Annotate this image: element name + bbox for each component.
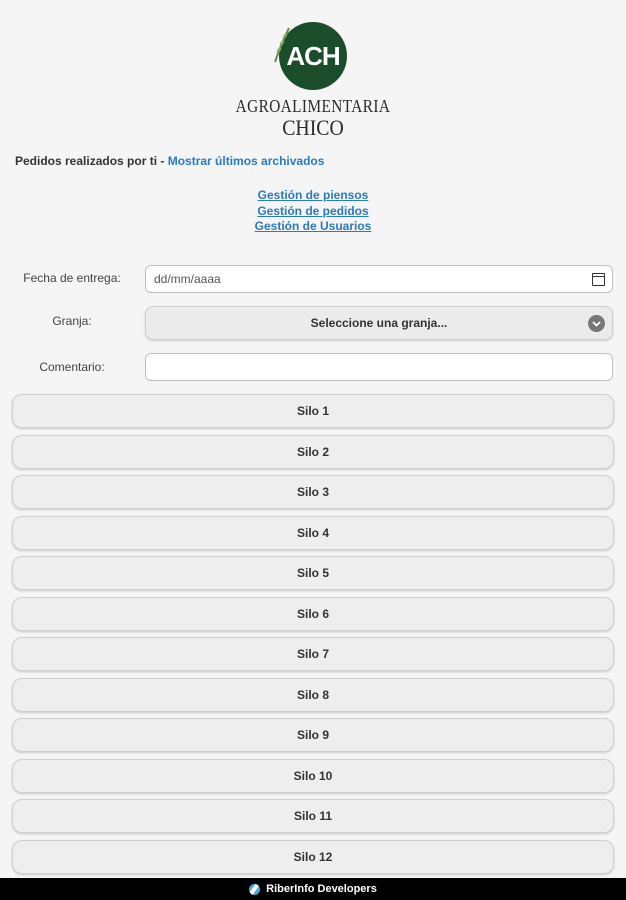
calendar-icon[interactable] xyxy=(592,273,605,286)
comment-label: Comentario: xyxy=(39,360,105,374)
delivery-date-input[interactable]: dd/mm/aaaa xyxy=(145,265,613,293)
admin-links: Gestión de piensos Gestión de pedidos Ge… xyxy=(0,188,626,235)
orders-separator: - xyxy=(157,154,168,168)
orders-summary: Pedidos realizados por ti - Mostrar últi… xyxy=(15,154,324,168)
silo-button[interactable]: Silo 5 xyxy=(12,556,614,590)
silo-button[interactable]: Silo 1 xyxy=(12,394,614,428)
chevron-down-icon xyxy=(588,315,605,332)
orders-text: Pedidos realizados por ti xyxy=(15,154,158,168)
farm-select[interactable]: Seleccione una granja... xyxy=(145,306,613,340)
silo-button[interactable]: Silo 10 xyxy=(12,758,614,793)
date-placeholder: dd/mm/aaaa xyxy=(154,272,221,286)
footer-credit: RiberInfo Developers xyxy=(266,883,377,895)
silo-button[interactable]: Silo 9 xyxy=(12,718,614,752)
silo-button[interactable]: Silo 11 xyxy=(12,799,614,833)
user-management-link[interactable]: Gestión de Usuarios xyxy=(0,219,626,235)
silo-button[interactable]: Silo 2 xyxy=(12,434,614,469)
silo-button[interactable]: Silo 7 xyxy=(12,637,614,671)
date-label: Fecha de entrega: xyxy=(23,271,121,285)
logo-initials: ACH xyxy=(286,40,340,71)
silo-button[interactable]: Silo 8 xyxy=(12,677,614,712)
farm-label: Granja: xyxy=(52,314,92,328)
silo-list: Silo 1 Silo 2 Silo 3 Silo 4 Silo 5 Silo … xyxy=(12,394,614,880)
silo-button[interactable]: Silo 6 xyxy=(12,596,614,631)
footer-bar: RiberInfo Developers xyxy=(0,878,626,900)
silo-button[interactable]: Silo 3 xyxy=(12,475,614,509)
silo-button[interactable]: Silo 4 xyxy=(12,515,614,550)
order-management-link[interactable]: Gestión de pedidos xyxy=(0,204,626,220)
feed-management-link[interactable]: Gestión de piensos xyxy=(0,188,626,204)
logo-badge: ACH xyxy=(274,22,347,90)
company-logo: ACH AGROALIMENTARIA CHICO xyxy=(0,22,626,139)
wheat-icon xyxy=(274,27,290,63)
logo-name-line1: AGROALIMENTARIA xyxy=(235,96,391,116)
logo-name-line2: CHICO xyxy=(282,115,344,140)
comment-input[interactable] xyxy=(145,353,613,381)
show-archived-link[interactable]: Mostrar últimos archivados xyxy=(168,154,325,168)
farm-select-value: Seleccione una granja... xyxy=(310,316,448,330)
riberinfo-logo-icon xyxy=(249,883,261,895)
silo-button[interactable]: Silo 12 xyxy=(12,839,614,874)
